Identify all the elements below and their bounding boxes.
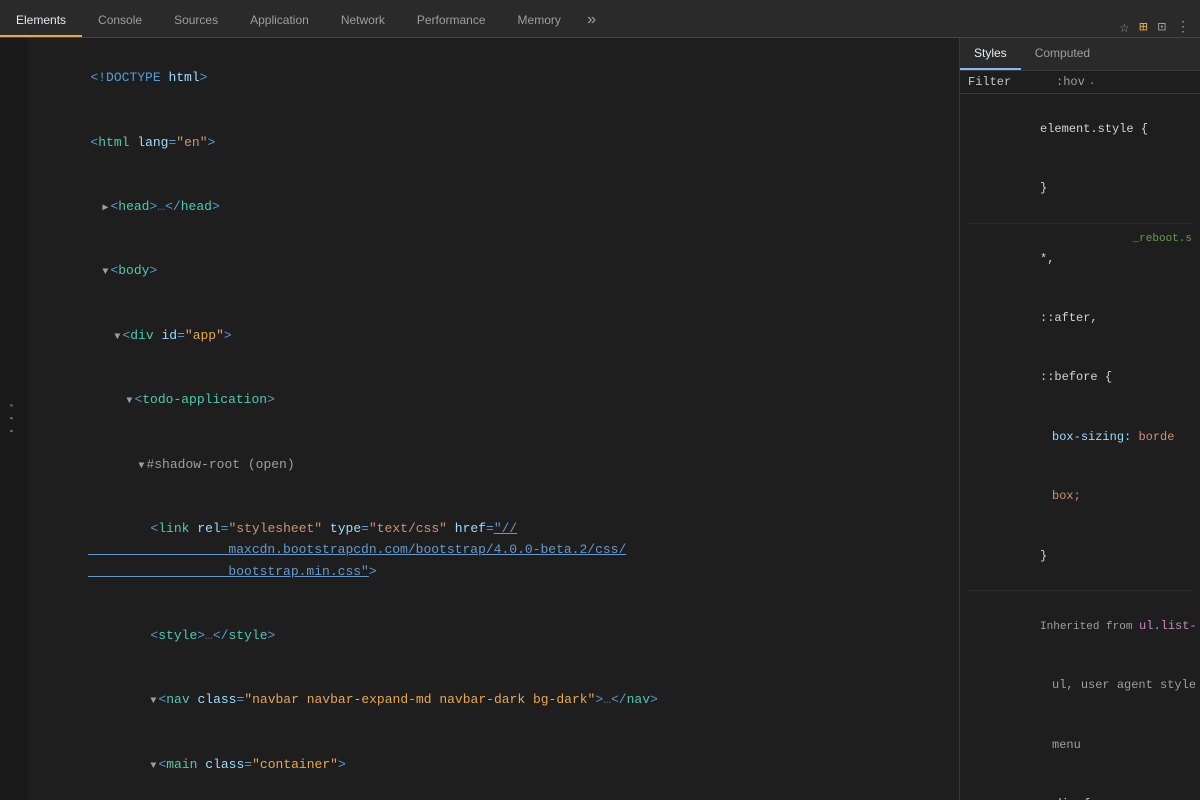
- before-close: }: [968, 527, 1192, 586]
- devtools-container: ... <!DOCTYPE html> <html lang="en"> ▶<h…: [0, 38, 1200, 800]
- more-pseudo: .: [1089, 76, 1096, 88]
- styles-panel: Styles Computed :hov . element.style { }: [960, 38, 1200, 800]
- html-line: <html lang="en">: [28, 110, 959, 174]
- tab-performance[interactable]: Performance: [401, 5, 502, 37]
- inherited-from-1: Inherited from ul.list-: [968, 597, 1192, 656]
- box-sizing-prop: box-sizing: borde: [968, 408, 1192, 467]
- sidebar-dots: ...: [4, 400, 24, 438]
- tab-console[interactable]: Console: [82, 5, 158, 37]
- element-style-closing: }: [968, 159, 1192, 218]
- div-app-line: ▼<div id="app">: [28, 303, 959, 367]
- element-style-block: element.style { }: [968, 100, 1192, 224]
- main-line: ▼<main class="container">: [28, 732, 959, 796]
- body-line: ▼<body>: [28, 239, 959, 303]
- tab-bar: Elements Console Sources Application Net…: [0, 0, 1200, 38]
- todo-app-line: ▼<todo-application>: [28, 368, 959, 432]
- styles-panel-header: Styles Computed: [960, 38, 1200, 71]
- dom-content: <!DOCTYPE html> <html lang="en"> ▶<head>…: [0, 38, 959, 800]
- style-line1: <style>…</style>: [28, 604, 959, 668]
- nav-line: ▼<nav class="navbar navbar-expand-md nav…: [28, 668, 959, 732]
- tab-styles[interactable]: Styles: [960, 38, 1021, 70]
- dir-selector: , dir {: [968, 775, 1192, 800]
- universal-rule-block: _reboot.s *, ::after, ::before { box-siz…: [968, 230, 1192, 591]
- shadow-root-line: ▼#shadow-root (open): [28, 432, 959, 496]
- menu-icon[interactable]: ⋮: [1176, 19, 1190, 36]
- after-selector: ::after,: [968, 289, 1192, 348]
- link-line1: <link rel="stylesheet" type="text/css" h…: [28, 497, 959, 604]
- tab-network[interactable]: Network: [325, 5, 401, 37]
- pseudo-states[interactable]: :hov: [1056, 75, 1085, 89]
- element-style-selector: element.style {: [968, 100, 1192, 159]
- star-icon[interactable]: ☆: [1119, 17, 1129, 37]
- doctype-line: <!DOCTYPE html>: [28, 46, 959, 110]
- styles-content: element.style { } _reboot.s *, ::after, …: [960, 94, 1200, 800]
- screen-icon[interactable]: ⊡: [1158, 19, 1166, 36]
- tab-sources[interactable]: Sources: [158, 5, 234, 37]
- menu-item: menu: [968, 716, 1192, 775]
- box-sizing-val: box;: [968, 467, 1192, 526]
- tab-application[interactable]: Application: [234, 5, 325, 37]
- ul-user-agent: ul, user agent style: [968, 657, 1192, 716]
- rule-source-reboot: _reboot.s: [1133, 230, 1192, 250]
- tab-more[interactable]: »: [577, 3, 607, 37]
- tab-computed[interactable]: Computed: [1021, 38, 1104, 70]
- dom-panel: ... <!DOCTYPE html> <html lang="en"> ▶<h…: [0, 38, 960, 800]
- inherited-block-1: Inherited from ul.list- ul, user agent s…: [968, 597, 1192, 800]
- before-selector: ::before {: [968, 349, 1192, 408]
- styles-filter-row: :hov .: [960, 71, 1200, 94]
- tab-elements[interactable]: Elements: [0, 5, 82, 37]
- left-sidebar: ...: [0, 38, 28, 800]
- styles-filter-input[interactable]: [968, 75, 1048, 89]
- tab-memory[interactable]: Memory: [502, 5, 577, 37]
- bookmark-icon[interactable]: ⊞: [1139, 19, 1147, 36]
- head-line: ▶<head>…</head>: [28, 175, 959, 239]
